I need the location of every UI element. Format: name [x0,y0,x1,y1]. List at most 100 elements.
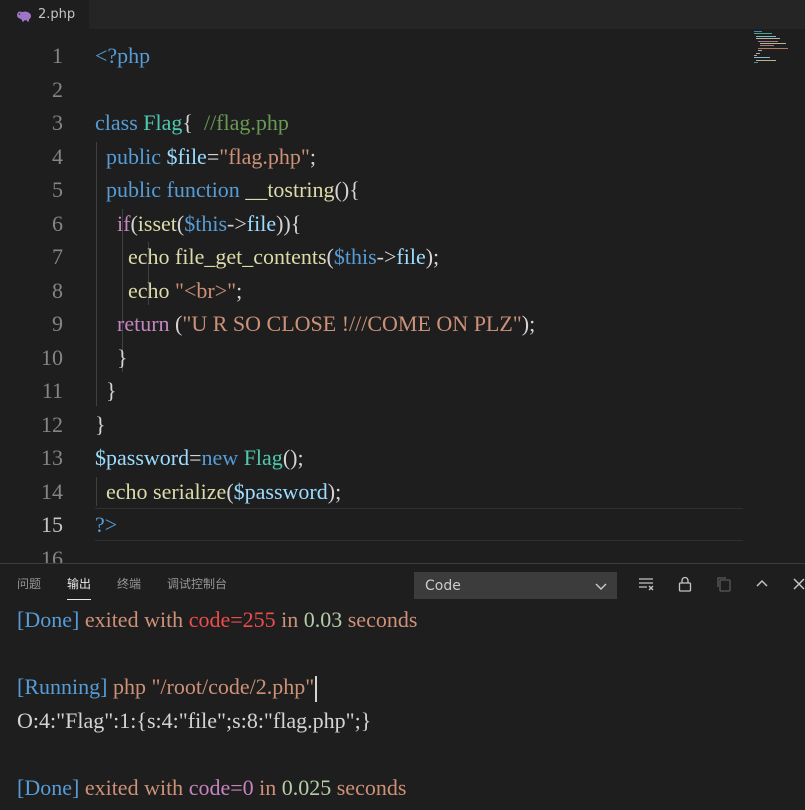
code-token: = [206,143,220,169]
code-text: echo serialize($password); [95,475,341,508]
minimap-line [754,55,757,56]
code-token: (){ [334,177,360,202]
code-token: "flag.php" [219,143,310,169]
code-line[interactable]: 7 echo file_get_contents($this->file); [0,240,745,273]
chevron-down-icon [594,579,608,593]
code-token: echo [128,277,176,303]
code-token: echo [128,244,176,269]
code-text: } [95,374,117,407]
output-panel[interactable]: [Done] exited with code=255 in 0.03 seco… [0,603,805,810]
minimap-line [760,45,774,47]
minimap-line [754,57,770,59]
code-line[interactable]: 1 <?php [0,39,745,72]
code-line[interactable]: 15 ?> [0,508,745,541]
code-text: if(isset($this->file)){ [95,207,301,240]
code-line[interactable]: 12} [0,408,745,441]
code-token: ( [130,210,138,236]
line-number: 13 [41,445,63,470]
line-number: 11 [41,378,63,403]
minimap-line [756,38,780,40]
output-token: 0.03 [303,607,343,632]
tab-terminal[interactable]: 终端 [117,564,141,604]
code-editor[interactable]: 1 <?php 2 3 class Flag{ //flag.php 4 public $… [0,29,805,563]
code-text: ?> [95,508,117,541]
line-number: 3 [52,110,63,135]
code-token: class [95,110,144,135]
code-token: ; [236,277,243,303]
code-token: ); [327,478,342,504]
output-channel-select[interactable]: Code [414,572,617,599]
minimap-line [760,43,786,44]
code-line[interactable]: 9 return ("U R SO CLOSE !///COME ON PLZ"… [0,307,745,340]
code-line[interactable]: 4 public $file="flag.php"; [0,140,745,173]
close-icon[interactable] [790,575,805,593]
code-text: class Flag{ //flag.php [95,106,289,139]
code-token: <?php [95,43,151,68]
minimap-line [758,50,762,52]
code-text: echo file_get_contents($this->file); [95,240,439,273]
code-token: return [117,311,176,336]
line-number: 14 [41,478,63,504]
minimap-line [756,52,760,54]
code-line[interactable]: 16 [0,542,745,564]
text-caret [315,676,318,703]
output-token: O:4:"Flag":1:{s:4:"file";s:8:"flag.php";… [17,707,372,733]
code-line[interactable]: 8 echo "<br>"; [0,274,745,307]
minimap-line [754,62,758,64]
output-token: [Running] [17,674,108,700]
copy-icon[interactable] [715,575,733,593]
tab-filename: 2.php [38,7,76,22]
minimap[interactable] [752,29,805,99]
tab-debug-console[interactable]: 调试控制台 [167,564,227,604]
code-token: //flag.php [203,110,289,135]
output-token: code=0 [188,775,254,800]
code-text: public $file="flag.php"; [95,140,316,173]
chevron-up-icon[interactable] [753,575,771,593]
editor-tab-2-php[interactable]: 2.php [0,0,90,29]
line-number: 6 [52,210,63,236]
code-token: ); [521,311,536,336]
code-line[interactable]: 10 } [0,341,745,374]
output-token: php "/root/code/2.php" [107,674,315,700]
tab-problems[interactable]: 问题 [17,564,41,604]
code-text: } [95,341,128,374]
code-token: public [106,143,167,169]
line-number: 5 [52,177,63,202]
code-token: } [117,344,128,370]
code-line[interactable]: 14 echo serialize($password); [0,475,745,508]
code-token: echo [106,478,154,504]
line-number: 7 [52,244,63,269]
code-token: $file [166,143,207,169]
output-line: O:4:"Flag":1:{s:4:"file";s:8:"flag.php";… [17,706,371,736]
code-token: __tostring [245,177,335,202]
clear-output-icon[interactable] [637,575,655,593]
code-line[interactable]: 11 } [0,374,745,407]
code-line[interactable]: 3 class Flag{ //flag.php [0,106,745,139]
code-token: new [201,445,244,470]
line-number: 16 [41,545,63,564]
code-token: ); [425,244,440,269]
lock-icon[interactable] [676,575,694,593]
code-token: $this [333,244,377,269]
code-token: $password [233,478,328,504]
output-token: seconds [331,775,407,800]
output-token: seconds [342,607,418,632]
code-text: <?php [95,39,150,72]
tab-output[interactable]: 输出 [67,564,92,604]
code-line[interactable]: 13 $password=new Flag(); [0,441,745,474]
code-text: return ("U R SO CLOSE !///COME ON PLZ"); [95,307,535,340]
code-line[interactable]: 2 [0,73,745,106]
code-token: serialize [153,478,227,504]
code-token: "U R SO CLOSE !///COME ON PLZ" [182,311,522,336]
output-token: code=255 [188,607,276,632]
code-line[interactable]: 6 if(isset($this->file)){ [0,207,745,240]
code-token: )){ [276,210,302,236]
code-token: } [95,411,106,437]
code-line[interactable]: 5 public function __tostring(){ [0,173,745,206]
